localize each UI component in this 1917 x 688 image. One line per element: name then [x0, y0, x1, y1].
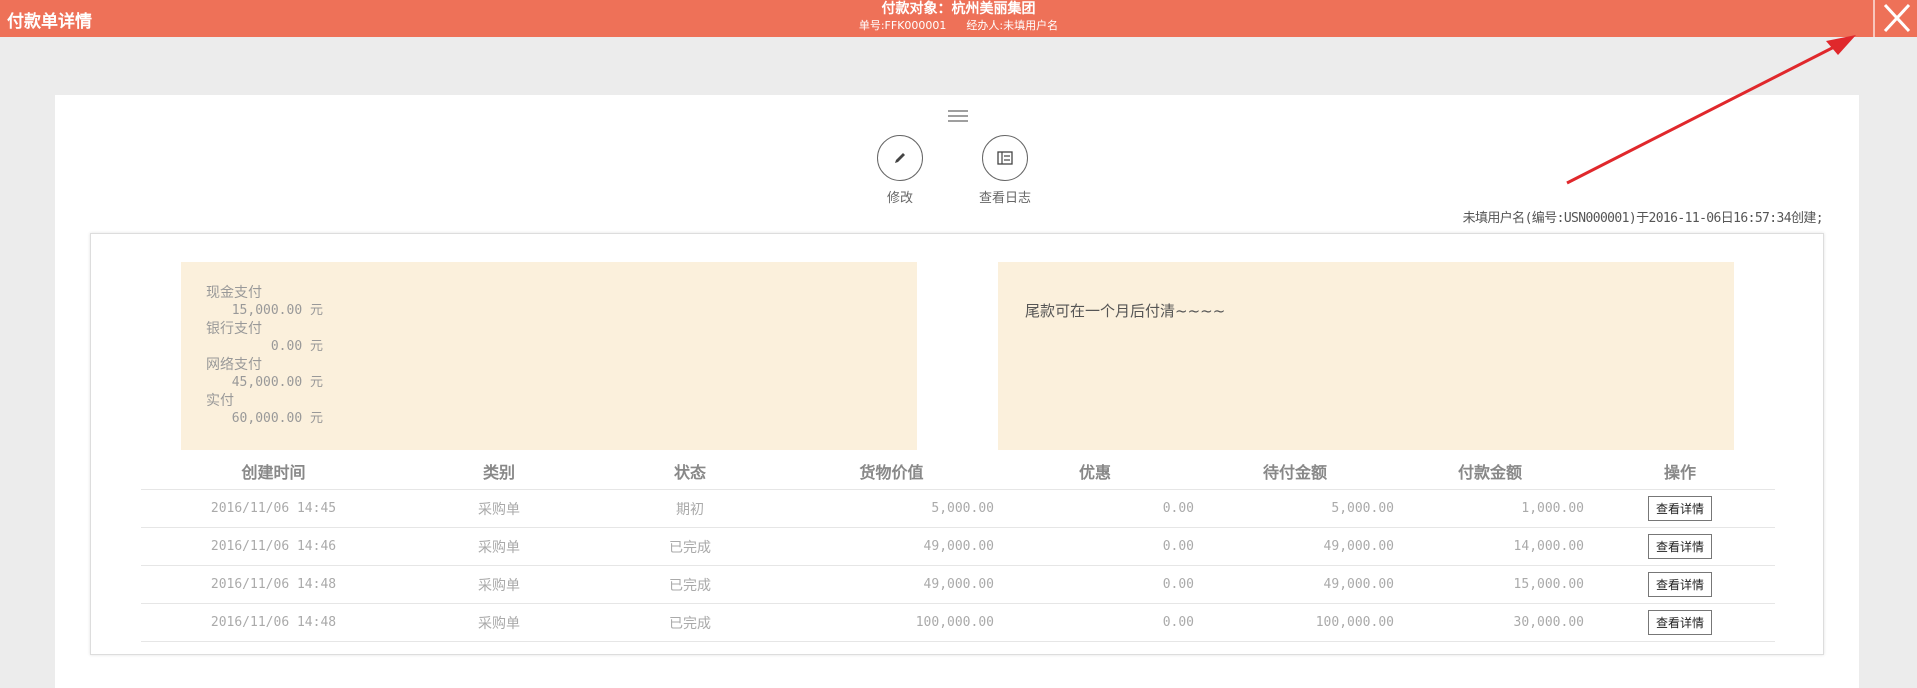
col-action: 操作	[1585, 452, 1775, 490]
col-discount: 优惠	[995, 452, 1195, 490]
payment-target: 付款对象：杭州美丽集团	[881, 1, 1036, 17]
remark-box: 尾款可在一个月后付清~~~~	[998, 262, 1734, 450]
cell-discount: 0.00	[995, 603, 1195, 642]
col-type: 类别	[406, 452, 592, 490]
remark-text: 尾款可在一个月后付清~~~~	[1025, 302, 1226, 320]
pencil-icon	[895, 153, 905, 163]
cell-discount: 0.00	[995, 565, 1195, 604]
cell-value: 49,000.00	[788, 565, 995, 604]
menu-icon[interactable]	[947, 108, 969, 126]
cell-paid: 1,000.00	[1395, 489, 1585, 528]
cell-time: 2016/11/06 14:46	[141, 527, 406, 566]
order-number: 单号:FFK000001	[858, 19, 947, 32]
col-pending: 待付金额	[1195, 452, 1395, 490]
actual-paid-value: 60,000.00 元	[231, 411, 323, 426]
table-header: 创建时间 类别 状态 货物价值 优惠 待付金额 付款金额 操作	[141, 452, 1775, 490]
cell-time: 2016/11/06 14:48	[141, 565, 406, 604]
table-row: 2016/11/06 14:48 采购单 已完成 49,000.00 0.00 …	[141, 565, 1775, 604]
payment-summary: 现金支付 15,000.00 元 银行支付 0.00 元 网络支付 45,000…	[206, 284, 323, 428]
detail-panel: 修改 查看日志 未填用户名(编号:USN000001)于2016-11-06日1…	[55, 95, 1859, 688]
view-log-label: 查看日志	[978, 191, 1031, 206]
col-created-time: 创建时间	[141, 452, 406, 490]
view-detail-button[interactable]: 查看详情	[1647, 572, 1712, 597]
actual-paid-label: 实付	[206, 393, 234, 409]
cell-pending: 49,000.00	[1195, 527, 1395, 566]
header-info: 付款对象：杭州美丽集团 单号:FFK000001 经办人:未填用户名	[0, 0, 1917, 34]
edit-label: 修改	[886, 191, 913, 206]
cell-status: 已完成	[592, 565, 788, 604]
payment-summary-box: 现金支付 15,000.00 元 银行支付 0.00 元 网络支付 45,000…	[181, 262, 917, 450]
cell-status: 已完成	[592, 527, 788, 566]
cell-status: 期初	[592, 489, 788, 528]
cash-payment-value: 15,000.00 元	[231, 303, 323, 318]
table-row: 2016/11/06 14:48 采购单 已完成 100,000.00 0.00…	[141, 603, 1775, 642]
cell-discount: 0.00	[995, 527, 1195, 566]
cell-time: 2016/11/06 14:45	[141, 489, 406, 528]
log-icon	[997, 151, 1013, 165]
close-icon	[1873, 0, 1911, 37]
cell-value: 5,000.00	[788, 489, 995, 528]
close-button[interactable]	[1873, 0, 1917, 37]
cell-paid: 15,000.00	[1395, 565, 1585, 604]
view-detail-button[interactable]: 查看详情	[1647, 610, 1712, 635]
cell-pending: 100,000.00	[1195, 603, 1395, 642]
cell-type: 采购单	[406, 489, 592, 528]
col-paid: 付款金额	[1395, 452, 1585, 490]
cell-type: 采购单	[406, 603, 592, 642]
edit-button[interactable]: 修改	[865, 135, 935, 206]
header-bar: 付款单详情 付款对象：杭州美丽集团 单号:FFK000001 经办人:未填用户名	[0, 0, 1917, 37]
orders-table: 创建时间 类别 状态 货物价值 优惠 待付金额 付款金额 操作 2016/11/…	[141, 452, 1775, 642]
table-row: 2016/11/06 14:46 采购单 已完成 49,000.00 0.00 …	[141, 527, 1775, 566]
bank-payment-label: 银行支付	[206, 321, 262, 337]
table-row: 2016/11/06 14:45 采购单 期初 5,000.00 0.00 5,…	[141, 489, 1775, 528]
cash-payment-label: 现金支付	[206, 285, 262, 301]
cell-type: 采购单	[406, 527, 592, 566]
cell-type: 采购单	[406, 565, 592, 604]
cell-pending: 5,000.00	[1195, 489, 1395, 528]
view-detail-button[interactable]: 查看详情	[1647, 496, 1712, 521]
online-payment-label: 网络支付	[206, 357, 262, 373]
cell-discount: 0.00	[995, 489, 1195, 528]
cell-pending: 49,000.00	[1195, 565, 1395, 604]
cell-value: 49,000.00	[788, 527, 995, 566]
col-goods-value: 货物价值	[788, 452, 995, 490]
cell-status: 已完成	[592, 603, 788, 642]
handler-name: 经办人:未填用户名	[966, 19, 1059, 32]
online-payment-value: 45,000.00 元	[231, 375, 323, 390]
cell-paid: 14,000.00	[1395, 527, 1585, 566]
col-status: 状态	[592, 452, 788, 490]
cell-time: 2016/11/06 14:48	[141, 603, 406, 642]
cell-paid: 30,000.00	[1395, 603, 1585, 642]
view-detail-button[interactable]: 查看详情	[1647, 534, 1712, 559]
bank-payment-value: 0.00 元	[270, 339, 323, 354]
view-log-button[interactable]: 查看日志	[970, 135, 1040, 206]
payment-card: 现金支付 15,000.00 元 银行支付 0.00 元 网络支付 45,000…	[90, 233, 1824, 655]
created-info: 未填用户名(编号:USN000001)于2016-11-06日16:57:34创…	[1462, 211, 1824, 226]
cell-value: 100,000.00	[788, 603, 995, 642]
